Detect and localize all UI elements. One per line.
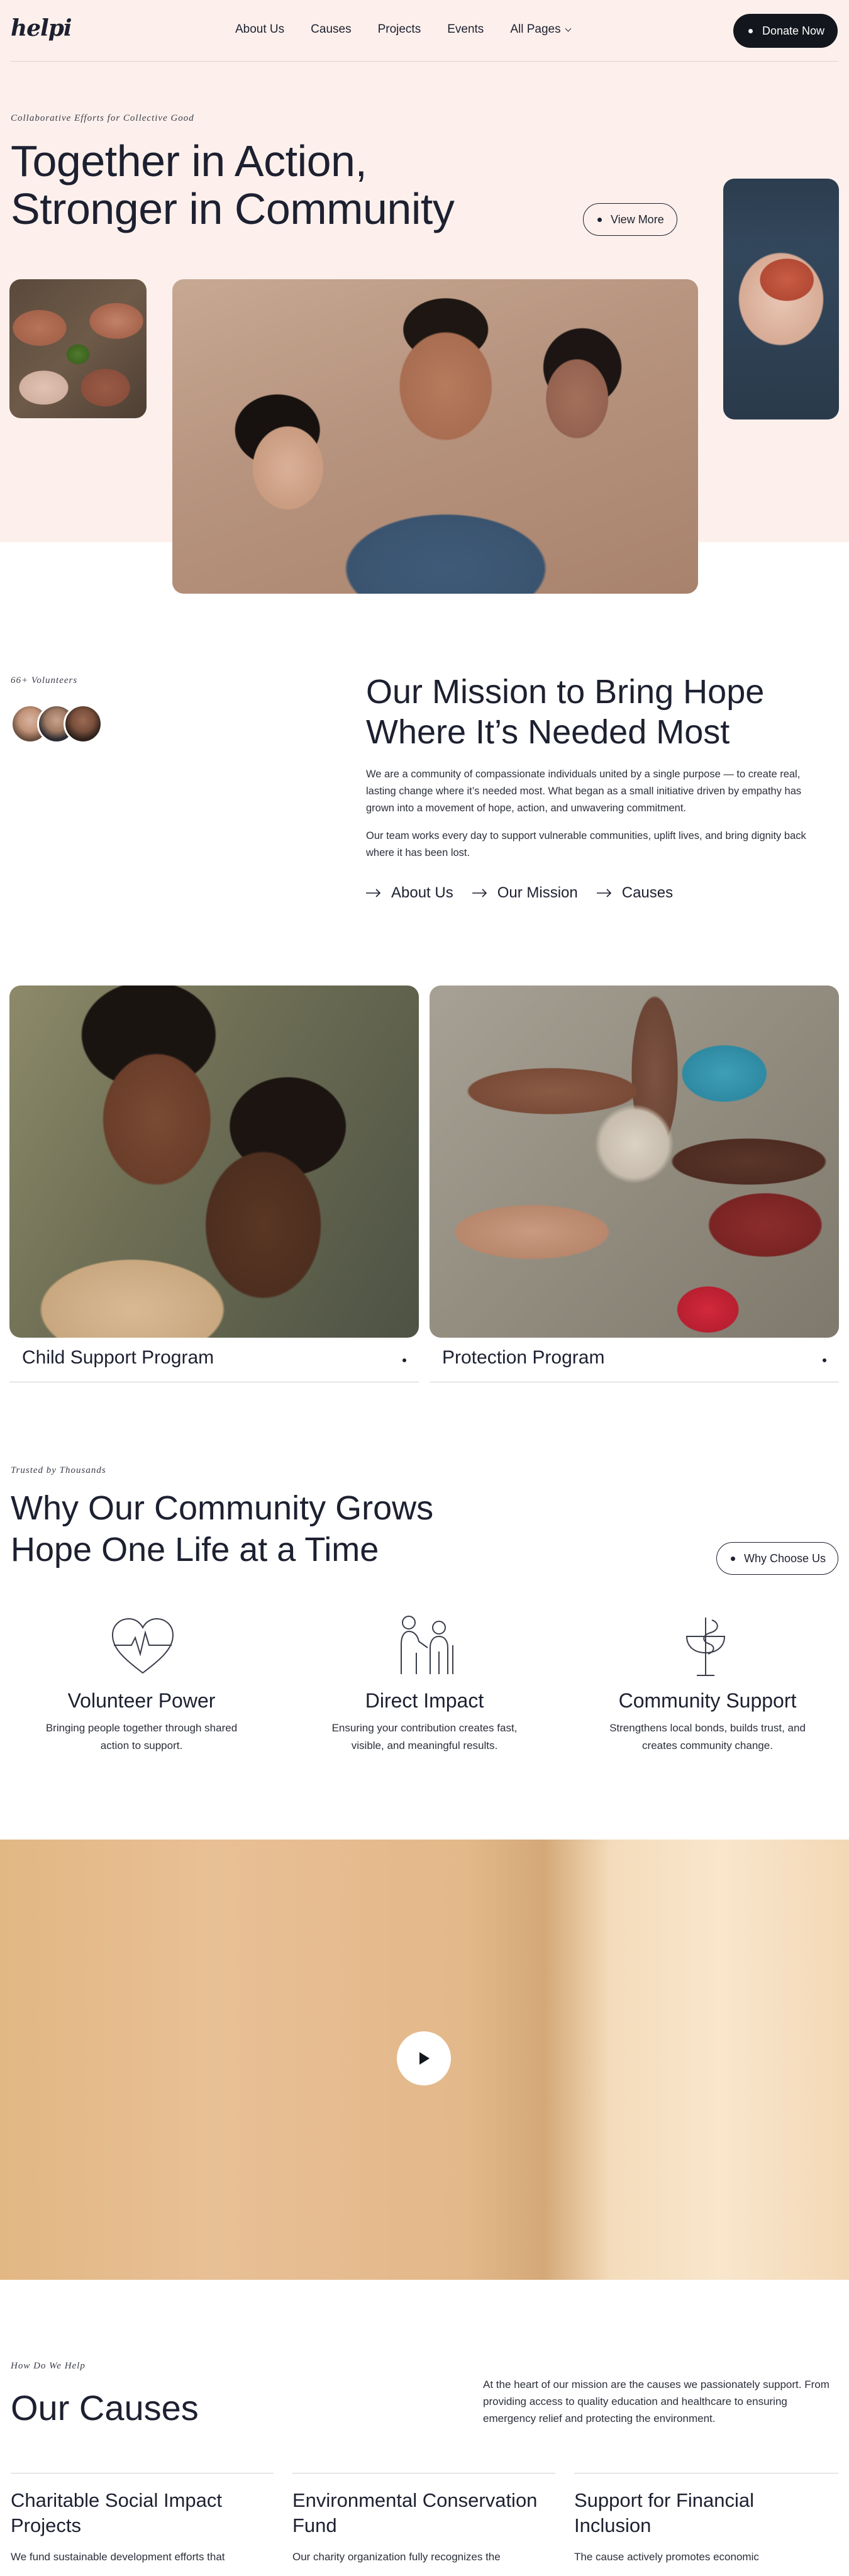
cause-title-line: Charitable Social Impact	[11, 2489, 222, 2511]
cause-title-line: Projects	[11, 2514, 81, 2536]
feature-text-line: visible, and meaningful results.	[351, 1740, 498, 1752]
arrow-right-icon	[596, 889, 611, 897]
causes-title: Our Causes	[11, 2388, 199, 2428]
hero-title: Together in Action, Stronger in Communit…	[11, 136, 455, 233]
hands-planting-photo	[9, 279, 147, 418]
mission-title: Our Mission to Bring Hope Where It’s Nee…	[366, 672, 764, 752]
cause-text-financial-inclusion: The cause actively promotes economic	[574, 2551, 759, 2563]
cause-title-financial-inclusion[interactable]: Support for Financial Inclusion	[574, 2488, 838, 2538]
medical-symbol-icon	[685, 1618, 726, 1676]
arrow-right-icon	[472, 889, 487, 897]
play-video-button[interactable]	[397, 2031, 451, 2085]
cause-text-social-impact: We fund sustainable development efforts …	[11, 2551, 225, 2563]
avatar	[64, 704, 103, 743]
feature-text-line: Ensuring your contribution creates fast,	[331, 1722, 518, 1734]
caregiver-icon	[401, 1616, 453, 1674]
causes-intro: At the heart of our mission are the caus…	[483, 2379, 830, 2424]
chevron-down-icon	[565, 25, 572, 32]
link-causes-label: Causes	[621, 884, 674, 901]
link-about-us[interactable]: About Us	[366, 884, 453, 902]
nav-item-about-us[interactable]: About Us	[235, 23, 284, 36]
program-label-protection[interactable]: Protection Program	[442, 1347, 604, 1368]
hero-title-line-1: Together in Action,	[11, 136, 367, 186]
nav-item-all-pages-label: All Pages	[510, 23, 561, 36]
feature-text-line: Bringing people together through shared	[45, 1722, 238, 1734]
program-indicator-dot	[402, 1358, 406, 1362]
arrow-right-icon	[366, 889, 381, 897]
site-logo[interactable]: helpi	[11, 15, 72, 42]
cause-title-line: Support for Financial	[574, 2489, 755, 2511]
feature-text-line: action to support.	[100, 1740, 183, 1752]
program-label-child-support[interactable]: Child Support Program	[22, 1347, 214, 1368]
view-more-label: View More	[611, 213, 664, 226]
nav-item-projects[interactable]: Projects	[378, 23, 421, 36]
nav-item-events[interactable]: Events	[447, 23, 484, 36]
header-divider	[11, 61, 838, 62]
child-support-photo[interactable]	[9, 985, 419, 1338]
causes-eyebrow: How Do We Help	[11, 2361, 86, 2371]
donate-button[interactable]: Donate Now	[733, 14, 838, 48]
program-indicator-dot	[823, 1358, 826, 1362]
why-title-line-1: Why Our Community Grows	[11, 1489, 434, 1527]
donate-button-label: Donate Now	[762, 24, 825, 37]
hands-holding-heart-photo	[723, 179, 839, 419]
link-our-mission[interactable]: Our Mission	[472, 884, 578, 902]
protection-photo[interactable]	[430, 985, 839, 1338]
link-causes[interactable]: Causes	[596, 884, 674, 902]
mission-links: About Us Our Mission Causes	[366, 884, 673, 902]
cause-title-line: Fund	[292, 2514, 337, 2536]
main-nav: About Us Causes Projects Events All Page…	[235, 23, 572, 36]
feature-text-line: creates community change.	[642, 1740, 773, 1752]
view-more-button[interactable]: View More	[583, 203, 677, 236]
nav-item-all-pages[interactable]: All Pages	[510, 23, 572, 36]
feature-text-volunteer-power: Bringing people together through shared …	[16, 1719, 267, 1755]
cause-title-line: Inclusion	[574, 2514, 652, 2536]
mission-paragraph-1: We are a community of compassionate indi…	[366, 769, 802, 814]
play-icon	[419, 2052, 430, 2065]
volunteers-count: 66+ Volunteers	[11, 675, 78, 686]
feature-title-community-support: Community Support	[618, 1689, 797, 1712]
link-our-mission-label: Our Mission	[497, 884, 578, 901]
feature-text-line: Strengthens local bonds, builds trust, a…	[609, 1722, 806, 1734]
hero-title-line-2: Stronger in Community	[11, 184, 455, 233]
why-title-line-2: Hope One Life at a Time	[11, 1531, 379, 1568]
why-eyebrow: Trusted by Thousands	[11, 1465, 106, 1475]
feature-text-community-support: Strengthens local bonds, builds trust, a…	[582, 1719, 833, 1755]
feature-text-direct-impact: Ensuring your contribution creates fast,…	[299, 1719, 550, 1755]
community-selfie-photo	[172, 279, 698, 594]
cause-title-environmental[interactable]: Environmental Conservation Fund	[292, 2488, 557, 2538]
volunteer-avatars	[11, 704, 103, 743]
nav-item-causes[interactable]: Causes	[311, 23, 351, 36]
cause-title-social-impact[interactable]: Charitable Social Impact Projects	[11, 2488, 274, 2538]
mission-paragraph-2: Our team works every day to support vuln…	[366, 830, 806, 858]
mission-title-line-2: Where It’s Needed Most	[366, 713, 730, 751]
why-choose-us-button[interactable]: Why Choose Us	[716, 1542, 838, 1575]
bullet-dot-icon	[597, 217, 602, 222]
link-about-us-label: About Us	[391, 884, 453, 901]
bullet-dot-icon	[731, 1556, 735, 1561]
hero-eyebrow: Collaborative Efforts for Collective Goo…	[11, 113, 194, 123]
feature-title-volunteer-power: Volunteer Power	[67, 1689, 216, 1712]
cause-title-line: Environmental Conservation	[292, 2489, 538, 2511]
bullet-dot-icon	[748, 29, 753, 33]
cause-text-environmental: Our charity organization fully recognize…	[292, 2551, 501, 2563]
why-choose-us-label: Why Choose Us	[744, 1552, 826, 1565]
heartbeat-icon	[111, 1618, 174, 1674]
mission-title-line-1: Our Mission to Bring Hope	[366, 673, 765, 711]
why-title: Why Our Community Grows Hope One Life at…	[11, 1487, 433, 1570]
feature-title-direct-impact: Direct Impact	[365, 1689, 484, 1712]
